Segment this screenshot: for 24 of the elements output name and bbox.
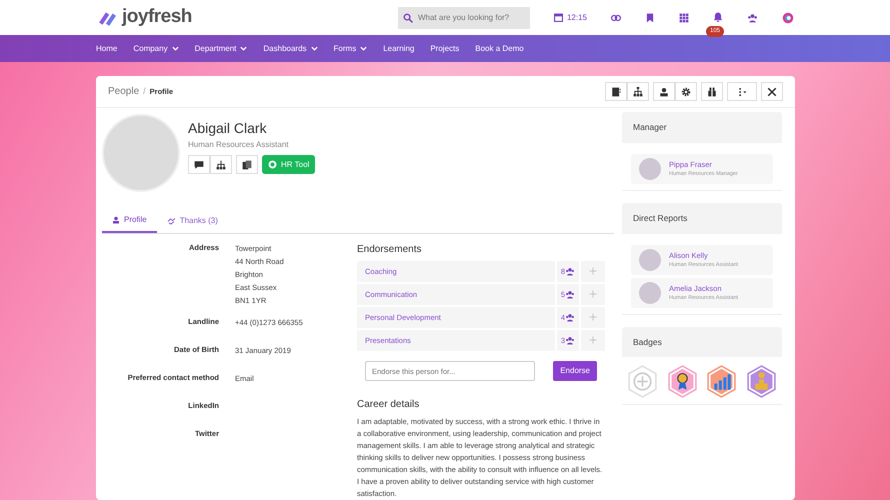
clock-text: 12:15 xyxy=(566,12,587,24)
nav-link[interactable]: Projects xyxy=(430,42,460,54)
nav-link[interactable]: Department xyxy=(194,42,248,54)
breadcrumb-separator: / xyxy=(143,84,146,98)
person-name: Abigail Clark xyxy=(188,119,268,138)
hr-tool-button[interactable]: HR Tool xyxy=(262,155,316,174)
logo-text: joyfresh xyxy=(122,5,192,30)
tab[interactable]: Thanks (3) xyxy=(156,208,228,233)
nav-link[interactable]: Dashboards xyxy=(263,42,318,54)
panel-title: Badges xyxy=(622,326,782,358)
nav-link[interactable]: Company xyxy=(133,42,179,54)
section-title: Endorsements xyxy=(357,243,422,257)
nav-link[interactable]: Book a Demo xyxy=(475,42,524,54)
nav-link[interactable]: Forms xyxy=(334,42,368,54)
section-title: Career details xyxy=(357,398,420,412)
breadcrumb-link[interactable]: People xyxy=(108,84,140,99)
endorse-button[interactable]: Endorse xyxy=(553,361,597,381)
nav-link[interactable]: Home xyxy=(96,42,118,54)
search-field[interactable]: What are you looking for? xyxy=(398,6,530,28)
panel-title: Direct Reports xyxy=(622,202,782,234)
nav-link[interactable]: Learning xyxy=(383,42,414,54)
person-role: Human Resources Assistant xyxy=(188,139,290,151)
panel-title: Manager xyxy=(622,112,782,143)
tab[interactable]: Profile xyxy=(102,208,157,233)
